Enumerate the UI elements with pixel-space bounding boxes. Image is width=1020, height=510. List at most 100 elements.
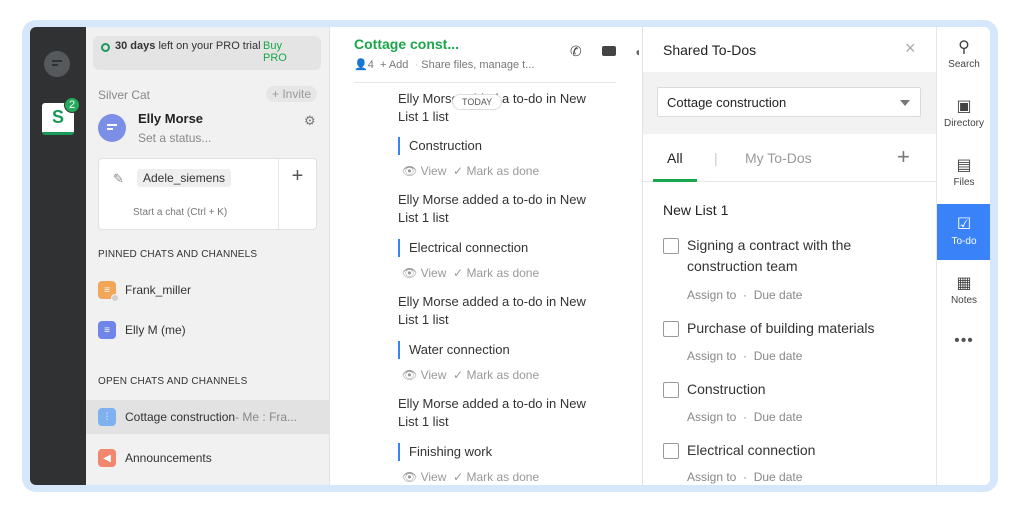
edit-icon: ✎ — [113, 171, 124, 186]
add-member-link[interactable]: + Add — [380, 59, 408, 71]
eye-icon: 👁 — [402, 470, 418, 484]
bell-icon[interactable]: ◖ — [634, 45, 641, 59]
trial-text: 30 days left on your PRO trial — [115, 40, 261, 52]
plus-icon[interactable]: + — [278, 159, 316, 229]
directory-icon: ▣ — [956, 98, 972, 115]
separator: · — [743, 288, 748, 302]
mark-done-link[interactable]: Mark as done — [466, 368, 539, 382]
rail-todo[interactable]: ☑ To-do — [937, 204, 990, 260]
search-icon: ⚲ — [958, 39, 970, 56]
todo-checkbox[interactable] — [663, 321, 679, 337]
separator: · — [743, 470, 748, 484]
message-actions: 👁 View ✓ Mark as done — [402, 164, 539, 178]
members-icon[interactable]: 👤 — [354, 59, 368, 71]
assign-link[interactable]: Assign to — [687, 410, 736, 424]
recipient-chip[interactable]: Adele_siemens — [137, 169, 232, 187]
member-count[interactable]: 4 — [368, 59, 374, 71]
sidebar-item-announcements[interactable]: ◀ Announcements — [86, 441, 329, 475]
assign-link[interactable]: Assign to — [687, 288, 736, 302]
start-chat-hint[interactable]: Start a chat (Ctrl + K) — [133, 207, 227, 218]
todo-checkbox[interactable] — [663, 382, 679, 398]
mark-done-link[interactable]: Mark as done — [466, 266, 539, 280]
todo-checkbox[interactable] — [663, 443, 679, 459]
channel-icon: ⫶ — [98, 408, 116, 426]
chat-subtitle: 👤4 + Add · Share files, manage t... — [354, 59, 535, 71]
message-text: Elly Morse added a to-do in New List 1 l… — [398, 396, 586, 429]
list-selector-area: Cottage construction — [643, 72, 936, 134]
video-icon[interactable] — [602, 46, 616, 56]
view-link[interactable]: View — [421, 266, 447, 280]
rail-label: Files — [953, 177, 975, 188]
todo-tabs: All | My To-Dos + — [643, 134, 936, 182]
todo-meta: Assign to · Due date — [687, 470, 802, 484]
add-todo-button[interactable]: + — [897, 144, 910, 170]
todo-meta: Assign to · Due date — [687, 410, 802, 424]
todo-meta: Assign to · Due date — [687, 288, 802, 302]
todo-reference[interactable]: Electrical connection — [398, 239, 528, 257]
workspace-name: Silver Cat — [98, 88, 151, 102]
phone-icon[interactable]: ✆ — [570, 43, 582, 60]
view-link[interactable]: View — [421, 368, 447, 382]
rail-search[interactable]: ⚲ Search — [937, 27, 990, 83]
avatar: ≡ — [98, 321, 116, 339]
sidebar-item-frank-miller[interactable]: ≡ Frank_miller — [86, 273, 329, 307]
due-date-link[interactable]: Due date — [754, 470, 803, 484]
trial-status-icon — [101, 43, 110, 52]
close-icon[interactable]: × — [905, 38, 916, 59]
avatar[interactable] — [98, 114, 126, 142]
assign-link[interactable]: Assign to — [687, 470, 736, 484]
buy-pro-link[interactable]: Buy PRO — [263, 40, 303, 64]
chat-name: Elly M (me) — [125, 323, 186, 337]
panel-title: Shared To-Dos — [663, 42, 757, 58]
todo-item-text[interactable]: Electrical connection — [687, 440, 907, 461]
invite-button[interactable]: + Invite — [266, 86, 318, 102]
view-link[interactable]: View — [421, 164, 447, 178]
more-icon[interactable]: ••• — [937, 332, 990, 350]
shared-todos-panel: Shared To-Dos × Cottage construction All… — [642, 27, 936, 485]
mark-done-link[interactable]: Mark as done — [466, 470, 539, 484]
rail-notes[interactable]: ▦ Notes — [937, 263, 990, 319]
due-date-link[interactable]: Due date — [754, 288, 803, 302]
user-name[interactable]: Elly Morse — [138, 111, 203, 126]
megaphone-icon: ◀ — [98, 449, 116, 467]
chat-title[interactable]: Cottage const... — [354, 36, 459, 52]
todo-reference[interactable]: Finishing work — [398, 443, 492, 461]
assign-link[interactable]: Assign to — [687, 349, 736, 363]
sidebar: 30 days left on your PRO trial Buy PRO S… — [86, 27, 330, 485]
due-date-link[interactable]: Due date — [754, 410, 803, 424]
due-date-link[interactable]: Due date — [754, 349, 803, 363]
todo-reference[interactable]: Water connection — [398, 341, 510, 359]
sidebar-item-cottage-construction[interactable]: ⫶ Cottage construction - Me : Fra... — [86, 400, 329, 434]
rail-files[interactable]: ▤ Files — [937, 145, 990, 201]
todo-item-text[interactable]: Signing a contract with the construction… — [687, 235, 907, 277]
pinned-header: PINNED CHATS AND CHANNELS — [98, 249, 258, 260]
chevron-down-icon — [900, 100, 910, 106]
app-window: S 2 30 days left on your PRO trial Buy P… — [30, 27, 990, 485]
todo-reference[interactable]: Construction — [398, 137, 482, 155]
mark-done-link[interactable]: Mark as done — [466, 164, 539, 178]
set-status-link[interactable]: Set a status... — [138, 131, 211, 145]
list-title: New List 1 — [663, 202, 729, 218]
chat-name: Cottage construction — [125, 410, 236, 424]
tab-my-todos[interactable]: My To-Dos — [745, 150, 812, 166]
todo-list-select[interactable]: Cottage construction — [657, 87, 921, 117]
todo-item-text[interactable]: Purchase of building materials — [687, 318, 907, 339]
todo-item-text[interactable]: Construction — [687, 379, 907, 400]
chat-name: Announcements — [125, 451, 212, 465]
eye-icon: 👁 — [402, 266, 418, 280]
tab-all[interactable]: All — [667, 150, 683, 166]
message-actions: 👁 View ✓ Mark as done — [402, 470, 539, 484]
chat-description: Share files, manage t... — [421, 59, 535, 71]
todo-checkbox[interactable] — [663, 238, 679, 254]
chat-preview: - Me : Fra... — [235, 410, 298, 424]
sidebar-item-elly-me[interactable]: ≡ Elly M (me) — [86, 313, 329, 347]
rail-directory[interactable]: ▣ Directory — [937, 86, 990, 142]
view-link[interactable]: View — [421, 470, 447, 484]
rail-label: To-do — [951, 236, 977, 247]
rail-label: Search — [948, 59, 980, 70]
app-logo-icon[interactable] — [44, 51, 70, 77]
selected-list: Cottage construction — [667, 95, 787, 110]
message-text: Elly Morse added a to-do in New List 1 l… — [398, 192, 586, 225]
gear-icon[interactable]: ⚙ — [304, 113, 316, 129]
separator: · — [743, 410, 748, 424]
